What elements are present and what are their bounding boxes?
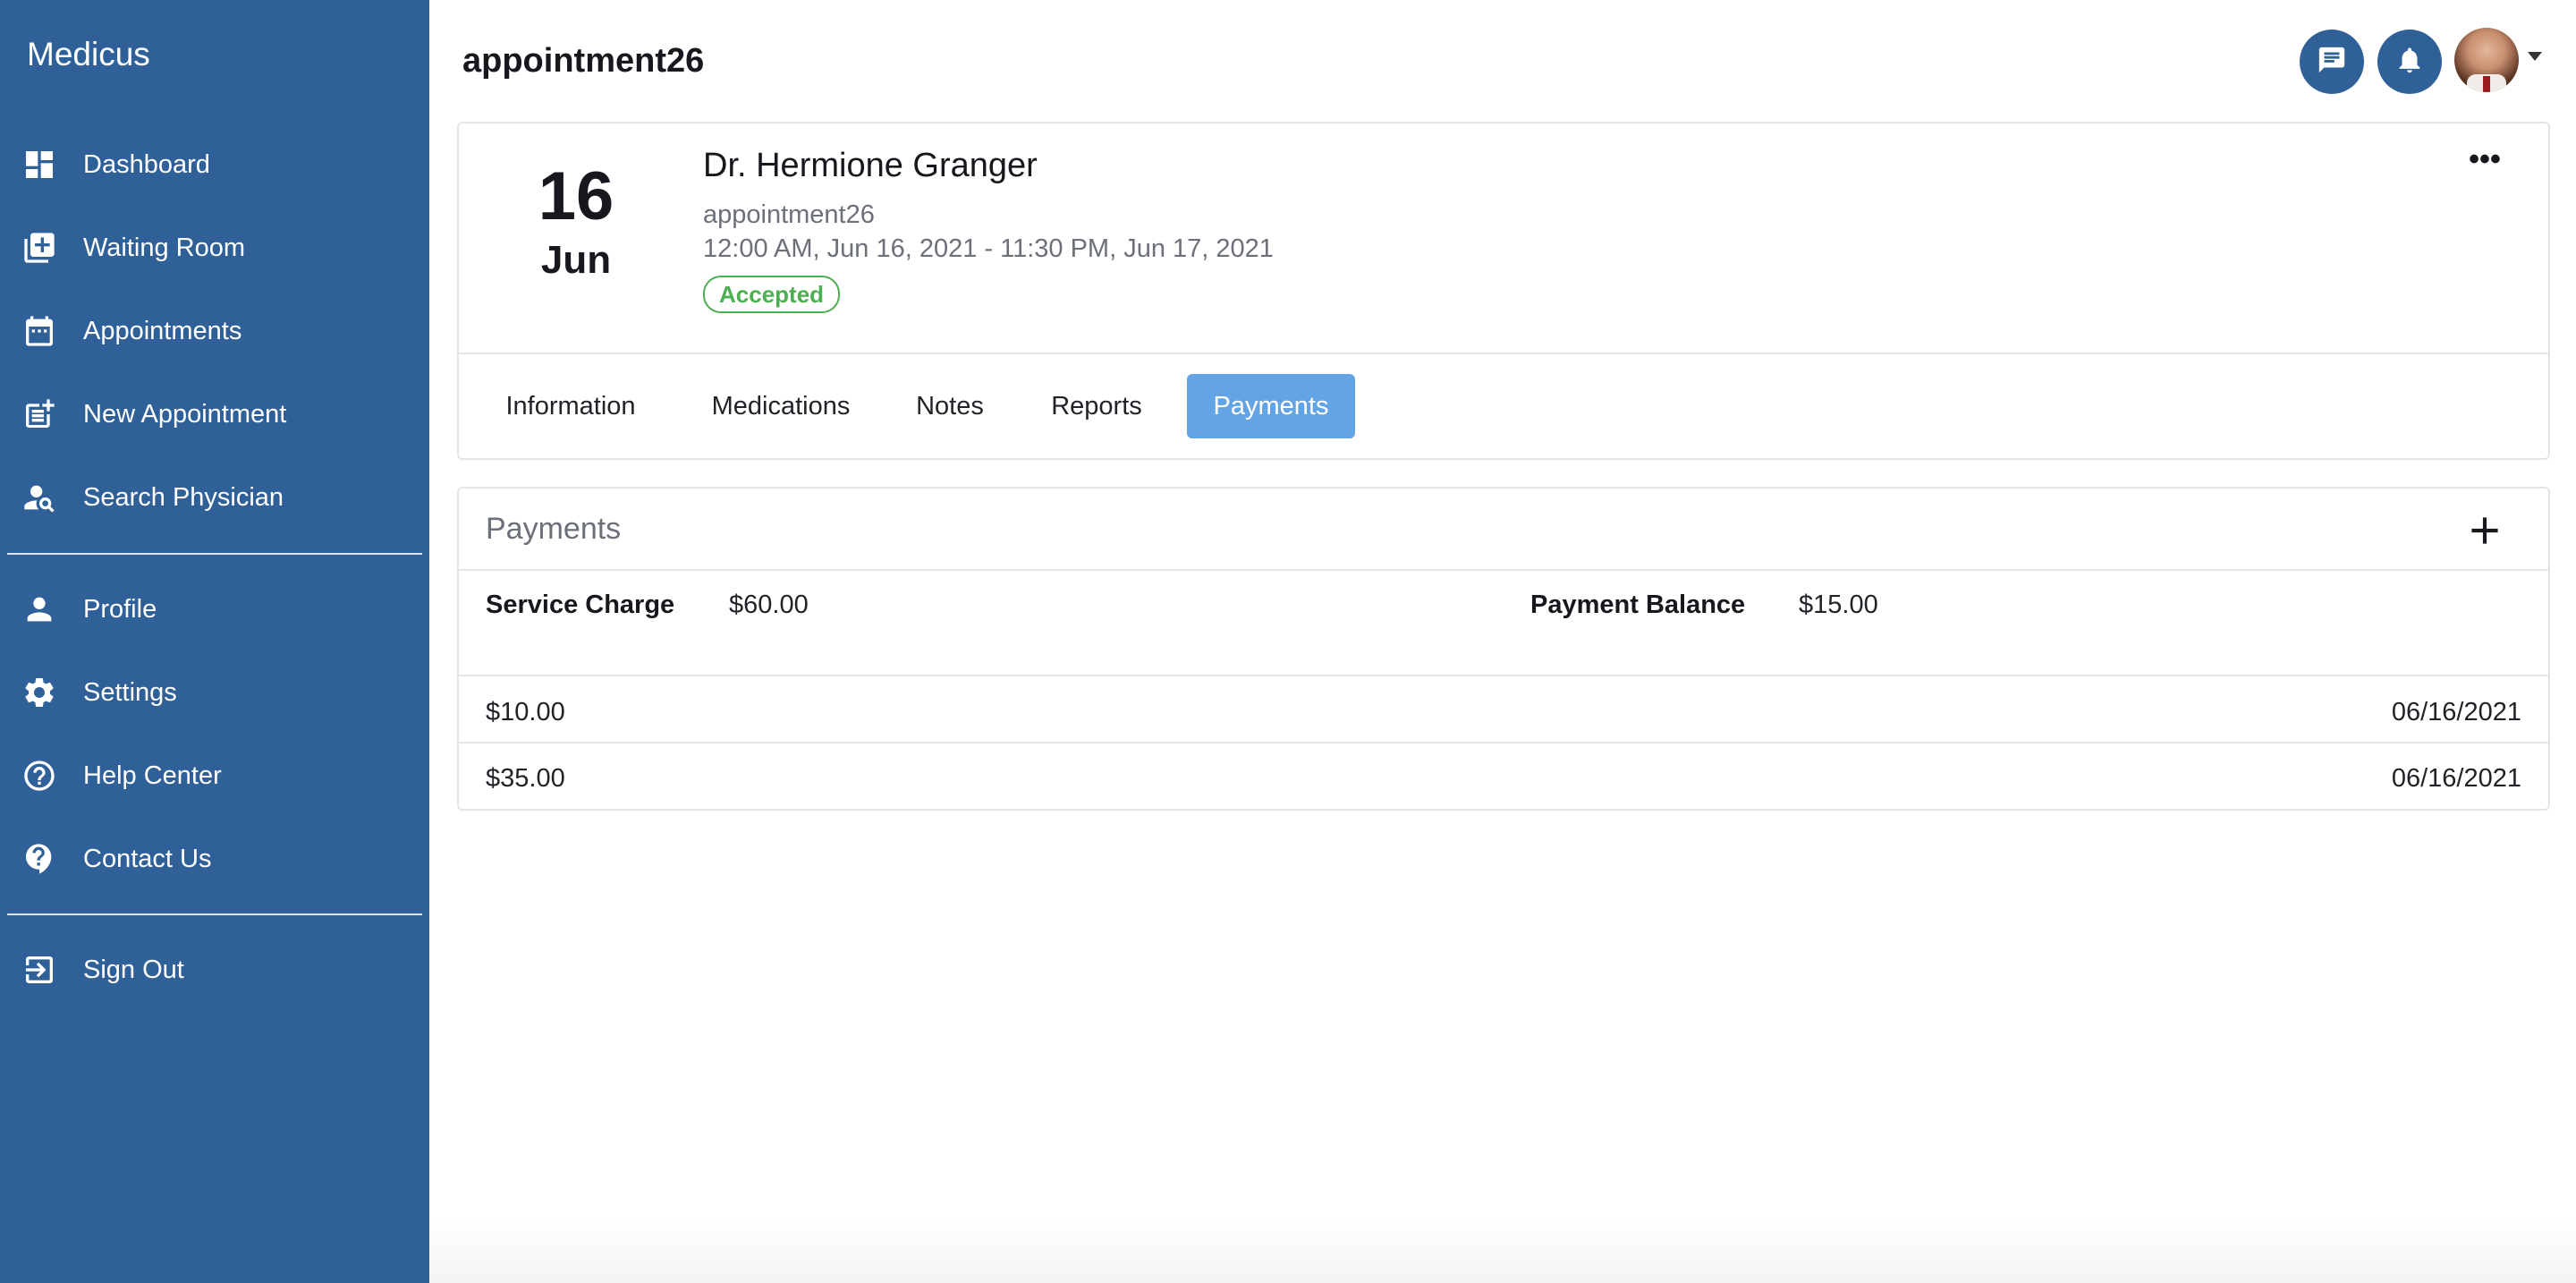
sidebar-item-sign-out[interactable]: Sign Out [0, 934, 429, 1006]
help-bubble-icon [21, 841, 57, 877]
payment-balance-label: Payment Balance [1530, 591, 1746, 619]
service-charge-label: Service Charge [486, 591, 675, 619]
plus-icon [2462, 517, 2507, 557]
payments-title: Payments [486, 512, 622, 546]
notifications-button[interactable] [2377, 30, 2442, 94]
payment-balance-value: $15.00 [1799, 591, 1878, 619]
sidebar-item-label: Settings [83, 678, 177, 707]
gear-icon [21, 675, 57, 710]
payment-row-amount: $10.00 [486, 698, 565, 726]
service-charge-value: $60.00 [729, 591, 809, 619]
sidebar-item-label: New Appointment [83, 400, 287, 429]
add-payment-button[interactable] [2462, 508, 2507, 553]
caret-down-icon[interactable] [2528, 52, 2542, 61]
appointment-day: 16 [538, 158, 614, 234]
sidebar: Medicus Dashboard Waiting Room Appointme… [0, 0, 429, 1283]
help-circle-icon [21, 758, 57, 794]
tab-information[interactable]: Information [495, 374, 647, 438]
sidebar-item-label: Profile [83, 595, 157, 624]
divider [459, 353, 2548, 354]
brand-name: Medicus [27, 36, 150, 72]
sidebar-item-label: Appointments [83, 317, 242, 345]
divider [459, 675, 2548, 676]
avatar-tie [2483, 76, 2490, 92]
bell-icon [2394, 45, 2425, 80]
sidebar-item-waiting-room[interactable]: Waiting Room [0, 212, 429, 284]
appointment-card: 16 Jun Dr. Hermione Granger appointment2… [457, 122, 2550, 460]
sidebar-divider [7, 913, 422, 915]
more-options-icon[interactable]: ••• [2462, 144, 2507, 177]
sidebar-item-help-center[interactable]: Help Center [0, 740, 429, 811]
calendar-icon [21, 313, 57, 349]
payments-card: Payments Service Charge $60.00 Payment B… [457, 487, 2550, 811]
tab-reports[interactable]: Reports [1037, 374, 1157, 438]
payment-row-date: 06/16/2021 [2391, 764, 2521, 793]
tab-medications[interactable]: Medications [700, 374, 861, 438]
tab-notes[interactable]: Notes [902, 374, 997, 438]
sidebar-divider [7, 553, 422, 555]
chat-button[interactable] [2300, 30, 2364, 94]
sidebar-item-label: Sign Out [83, 956, 184, 984]
sidebar-item-label: Search Physician [83, 483, 284, 512]
sidebar-item-contact-us[interactable]: Contact Us [0, 823, 429, 895]
sidebar-item-appointments[interactable]: Appointments [0, 295, 429, 367]
page-title: appointment26 [462, 42, 705, 80]
appointment-name: appointment26 [703, 200, 875, 229]
avatar[interactable] [2454, 28, 2519, 92]
appointment-time-range: 12:00 AM, Jun 16, 2021 - 11:30 PM, Jun 1… [703, 234, 1274, 263]
person-search-icon [21, 480, 57, 515]
sidebar-item-new-appointment[interactable]: New Appointment [0, 378, 429, 450]
sidebar-item-profile[interactable]: Profile [0, 574, 429, 645]
sidebar-item-label: Help Center [83, 761, 222, 790]
dashboard-icon [21, 147, 57, 183]
sidebar-item-label: Waiting Room [83, 234, 246, 262]
sidebar-item-label: Dashboard [83, 150, 210, 179]
add-box-icon [21, 230, 57, 266]
tab-payments[interactable]: Payments [1187, 374, 1355, 438]
chat-icon [2317, 45, 2347, 80]
divider [459, 569, 2548, 571]
status-badge: Accepted [703, 276, 841, 313]
payment-row-date: 06/16/2021 [2391, 698, 2521, 726]
payment-row-amount: $35.00 [486, 764, 565, 793]
doctor-name: Dr. Hermione Granger [703, 147, 1038, 184]
bottom-shadow [429, 1217, 2576, 1283]
sidebar-item-dashboard[interactable]: Dashboard [0, 129, 429, 200]
sidebar-item-label: Contact Us [83, 845, 212, 873]
logout-icon [21, 952, 57, 988]
divider [459, 742, 2548, 743]
appointment-month: Jun [540, 238, 612, 282]
sidebar-item-settings[interactable]: Settings [0, 657, 429, 728]
sidebar-item-search-physician[interactable]: Search Physician [0, 462, 429, 533]
post-add-icon [21, 396, 57, 432]
person-icon [21, 591, 57, 627]
